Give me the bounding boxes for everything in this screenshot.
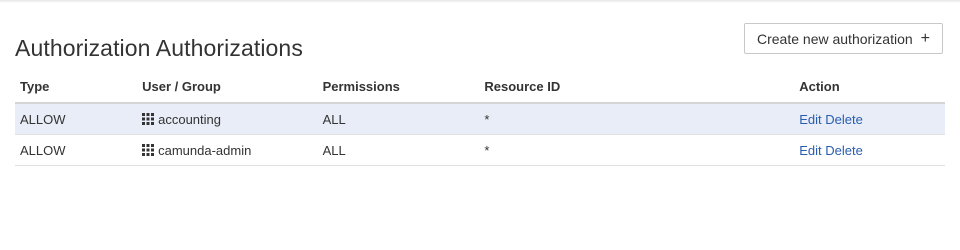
group-icon <box>142 112 155 125</box>
delete-link[interactable]: Delete <box>825 143 863 158</box>
permissions-cell: ALL <box>317 103 480 135</box>
column-header-action: Action <box>794 71 945 104</box>
table-header-row: Type User / Group Permissions Resource I… <box>15 71 945 104</box>
page-title: Authorization Authorizations <box>15 35 303 61</box>
column-header-user-group: User / Group <box>137 71 318 104</box>
delete-link[interactable]: Delete <box>825 112 863 127</box>
top-divider <box>0 0 960 3</box>
permissions-cell: ALL <box>317 134 480 166</box>
create-authorization-button[interactable]: Create new authorization + <box>744 23 943 54</box>
edit-link[interactable]: Edit <box>799 112 821 127</box>
edit-link[interactable]: Edit <box>799 143 821 158</box>
user-group-cell: accounting <box>137 103 318 135</box>
column-header-resource-id: Resource ID <box>479 71 795 104</box>
type-cell: ALLOW <box>15 134 138 166</box>
user-group-name: accounting <box>158 111 221 127</box>
plus-icon: + <box>920 29 930 47</box>
type-cell: ALLOW <box>15 103 138 135</box>
table-row: ALLOW camunda-admin ALL * Edit Delete <box>15 134 945 166</box>
user-group-name: camunda-admin <box>158 142 252 158</box>
action-cell: Edit Delete <box>794 103 945 135</box>
column-header-permissions: Permissions <box>317 71 480 104</box>
column-header-type: Type <box>15 71 138 104</box>
user-group-cell: camunda-admin <box>137 134 318 166</box>
authorizations-table: Type User / Group Permissions Resource I… <box>15 71 945 166</box>
create-authorization-label: Create new authorization <box>757 30 913 47</box>
group-icon <box>142 143 155 156</box>
resource-id-cell: * <box>479 134 795 166</box>
action-cell: Edit Delete <box>794 134 945 166</box>
resource-id-cell: * <box>479 103 795 135</box>
table-row: ALLOW accounting ALL * Edit Delete <box>15 103 945 135</box>
